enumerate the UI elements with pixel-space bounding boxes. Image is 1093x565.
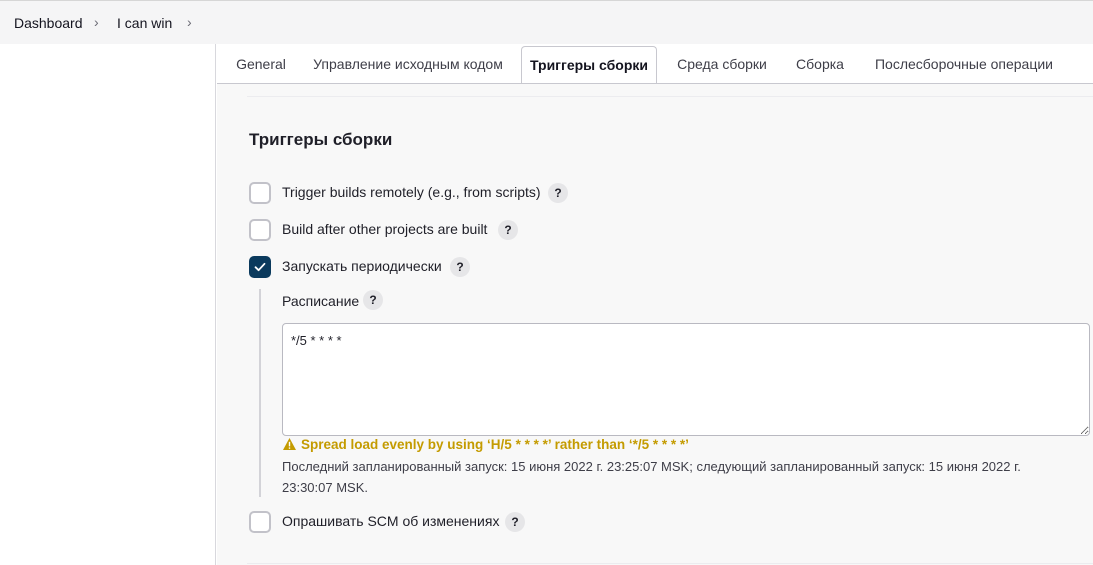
breadcrumb-job[interactable]: I can win	[117, 1, 172, 45]
trigger-remote-label[interactable]: Trigger builds remotely (e.g., from scri…	[282, 184, 541, 200]
chevron-right-icon[interactable]: ›	[187, 1, 192, 45]
schedule-label: Расписание	[282, 293, 359, 309]
tab-build-triggers[interactable]: Триггеры сборки	[521, 46, 657, 84]
schedule-warning: Spread load evenly by using ‘H/5 * * * *…	[282, 437, 689, 452]
help-icon[interactable]: ?	[363, 290, 383, 310]
checkmark-icon	[254, 262, 266, 272]
poll-scm-checkbox[interactable]	[249, 511, 271, 533]
poll-scm-label[interactable]: Опрашивать SCM об изменениях	[282, 513, 499, 529]
help-icon[interactable]: ?	[498, 220, 518, 240]
breadcrumb-dashboard[interactable]: Dashboard	[14, 1, 83, 45]
tab-general[interactable]: General	[227, 46, 295, 83]
breadcrumb-bar: Dashboard › I can win ›	[0, 0, 1093, 44]
periodic-label[interactable]: Запускать периодически	[282, 258, 442, 274]
warning-icon	[283, 438, 296, 450]
config-panel: Триггеры сборки Trigger builds remotely …	[217, 83, 1093, 565]
divider	[247, 563, 1093, 564]
build-after-checkbox[interactable]	[249, 219, 271, 241]
sidebar	[0, 44, 216, 565]
tab-build-environment[interactable]: Среда сборки	[670, 46, 774, 83]
nested-indent-line	[259, 289, 261, 497]
divider	[247, 96, 1093, 97]
schedule-label-text: Расписание	[282, 293, 360, 309]
tab-post-build[interactable]: Послесборочные операции	[866, 46, 1062, 83]
chevron-right-icon: ›	[94, 14, 99, 30]
schedule-textarea[interactable]	[282, 323, 1090, 436]
config-tabs: General Управление исходным кодом Тригге…	[217, 44, 1093, 84]
section-title: Триггеры сборки	[249, 130, 393, 149]
tab-source-code[interactable]: Управление исходным кодом	[308, 46, 508, 83]
build-after-label[interactable]: Build after other projects are built	[282, 221, 487, 237]
tab-build[interactable]: Сборка	[787, 46, 853, 83]
help-icon[interactable]: ?	[505, 512, 525, 532]
periodic-checkbox[interactable]	[249, 256, 271, 278]
schedule-info: Последний запланированный запуск: 15 июн…	[282, 459, 1021, 495]
trigger-remote-checkbox[interactable]	[249, 182, 271, 204]
help-icon[interactable]: ?	[548, 183, 568, 203]
help-icon[interactable]: ?	[450, 257, 470, 277]
schedule-warning-text: Spread load evenly by using ‘H/5 * * * *…	[301, 437, 689, 452]
